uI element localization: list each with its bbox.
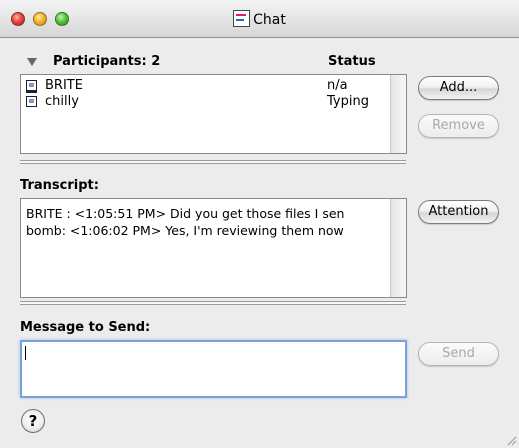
chat-app-icon [233, 10, 251, 27]
message-label: Message to Send: [20, 320, 151, 335]
remove-participant-button[interactable]: Remove [418, 114, 499, 138]
help-button[interactable]: ? [21, 409, 45, 433]
text-cursor [25, 346, 26, 360]
window-title: Chat [253, 12, 286, 28]
title-bar: Chat [0, 0, 519, 38]
transcript-view[interactable]: BRITE : <1:05:51 PM> Did you get those f… [20, 198, 407, 298]
resize-grip-icon[interactable] [505, 434, 517, 446]
participant-name: chilly [45, 94, 79, 109]
computer-icon [26, 80, 37, 93]
participant-status: n/a [327, 78, 348, 93]
transcript-text: BRITE : <1:05:51 PM> Did you get those f… [26, 205, 388, 239]
message-input[interactable] [20, 340, 407, 398]
status-column-header: Status [328, 54, 376, 69]
participants-header: Participants: 2 [53, 54, 161, 69]
chat-window-content: Participants: 2 Status BRITE n/a chilly … [0, 38, 519, 448]
participants-scrollbar[interactable] [390, 75, 406, 153]
window-title-container: Chat [0, 10, 519, 28]
participant-name: BRITE [45, 78, 83, 93]
transcript-line: BRITE : <1:05:51 PM> Did you get those f… [26, 206, 345, 221]
transcript-scrollbar[interactable] [390, 199, 406, 297]
participant-row[interactable]: chilly Typing [21, 94, 391, 110]
attention-button[interactable]: Attention [418, 200, 499, 224]
participants-splitter[interactable] [20, 160, 406, 164]
transcript-splitter[interactable] [20, 301, 406, 305]
add-participant-button[interactable]: Add... [418, 76, 499, 100]
participant-row[interactable]: BRITE n/a [21, 78, 391, 94]
participant-status: Typing [327, 94, 369, 109]
participants-disclosure-triangle-icon[interactable] [27, 58, 37, 66]
participants-list[interactable]: BRITE n/a chilly Typing [20, 74, 407, 154]
send-button[interactable]: Send [418, 342, 499, 366]
transcript-label: Transcript: [20, 178, 99, 193]
transcript-line: bomb: <1:06:02 PM> Yes, I'm reviewing th… [26, 223, 344, 238]
handheld-icon [26, 96, 37, 107]
